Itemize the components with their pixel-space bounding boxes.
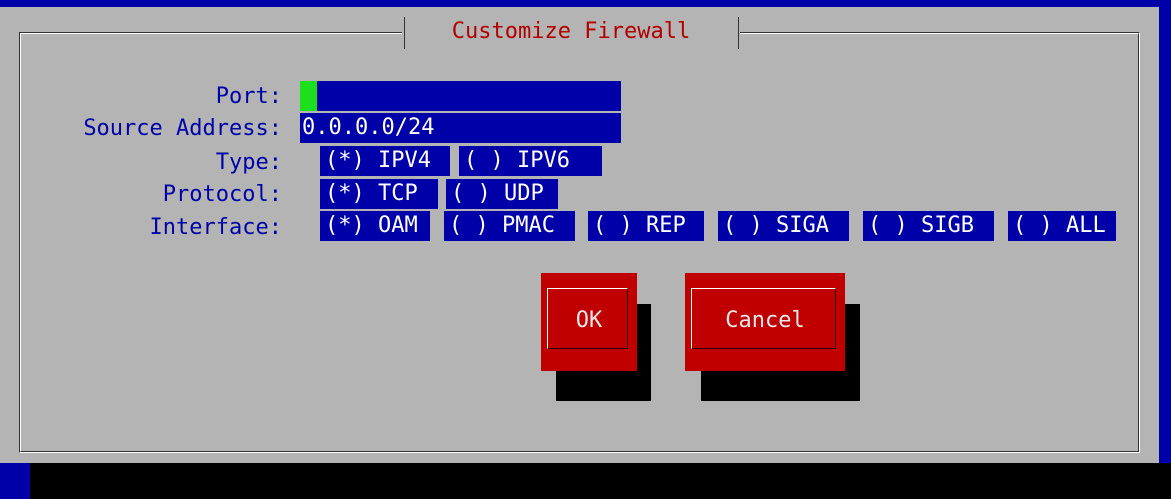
protocol-option-udp[interactable]: ( ) UDP xyxy=(446,179,558,209)
dialog-title-bar: Customize Firewall xyxy=(402,17,740,49)
interface-option-sigb[interactable]: ( ) SIGB xyxy=(863,211,994,241)
interface-option-all[interactable]: ( ) ALL xyxy=(1008,211,1116,241)
type-option-ipv4[interactable]: (*) IPV4 xyxy=(320,146,450,176)
port-input[interactable] xyxy=(300,81,621,111)
cancel-button-label: Cancel xyxy=(725,308,805,333)
type-label: Type: xyxy=(215,150,282,175)
source-address-value: 0.0.0.0/24 xyxy=(302,115,435,140)
cancel-button[interactable]: Cancel xyxy=(685,273,845,371)
protocol-option-tcp[interactable]: (*) TCP xyxy=(320,179,438,209)
interface-option-pmac[interactable]: ( ) PMAC xyxy=(444,211,575,241)
interface-label: Interface: xyxy=(149,215,282,240)
port-label: Port: xyxy=(215,84,282,109)
dialog-title: Customize Firewall xyxy=(451,19,691,44)
source-address-label: Source Address: xyxy=(83,116,282,141)
ok-button-label: OK xyxy=(575,308,603,333)
text-cursor xyxy=(300,81,317,111)
interface-option-siga[interactable]: ( ) SIGA xyxy=(718,211,849,241)
source-address-input[interactable]: 0.0.0.0/24 xyxy=(300,113,621,143)
protocol-label: Protocol: xyxy=(162,182,282,207)
interface-option-rep[interactable]: ( ) REP xyxy=(588,211,704,241)
interface-option-oam[interactable]: (*) OAM xyxy=(320,211,430,241)
type-option-ipv6[interactable]: ( ) IPV6 xyxy=(459,146,602,176)
dialog-shadow xyxy=(30,463,1171,499)
ok-button[interactable]: OK xyxy=(541,273,637,371)
